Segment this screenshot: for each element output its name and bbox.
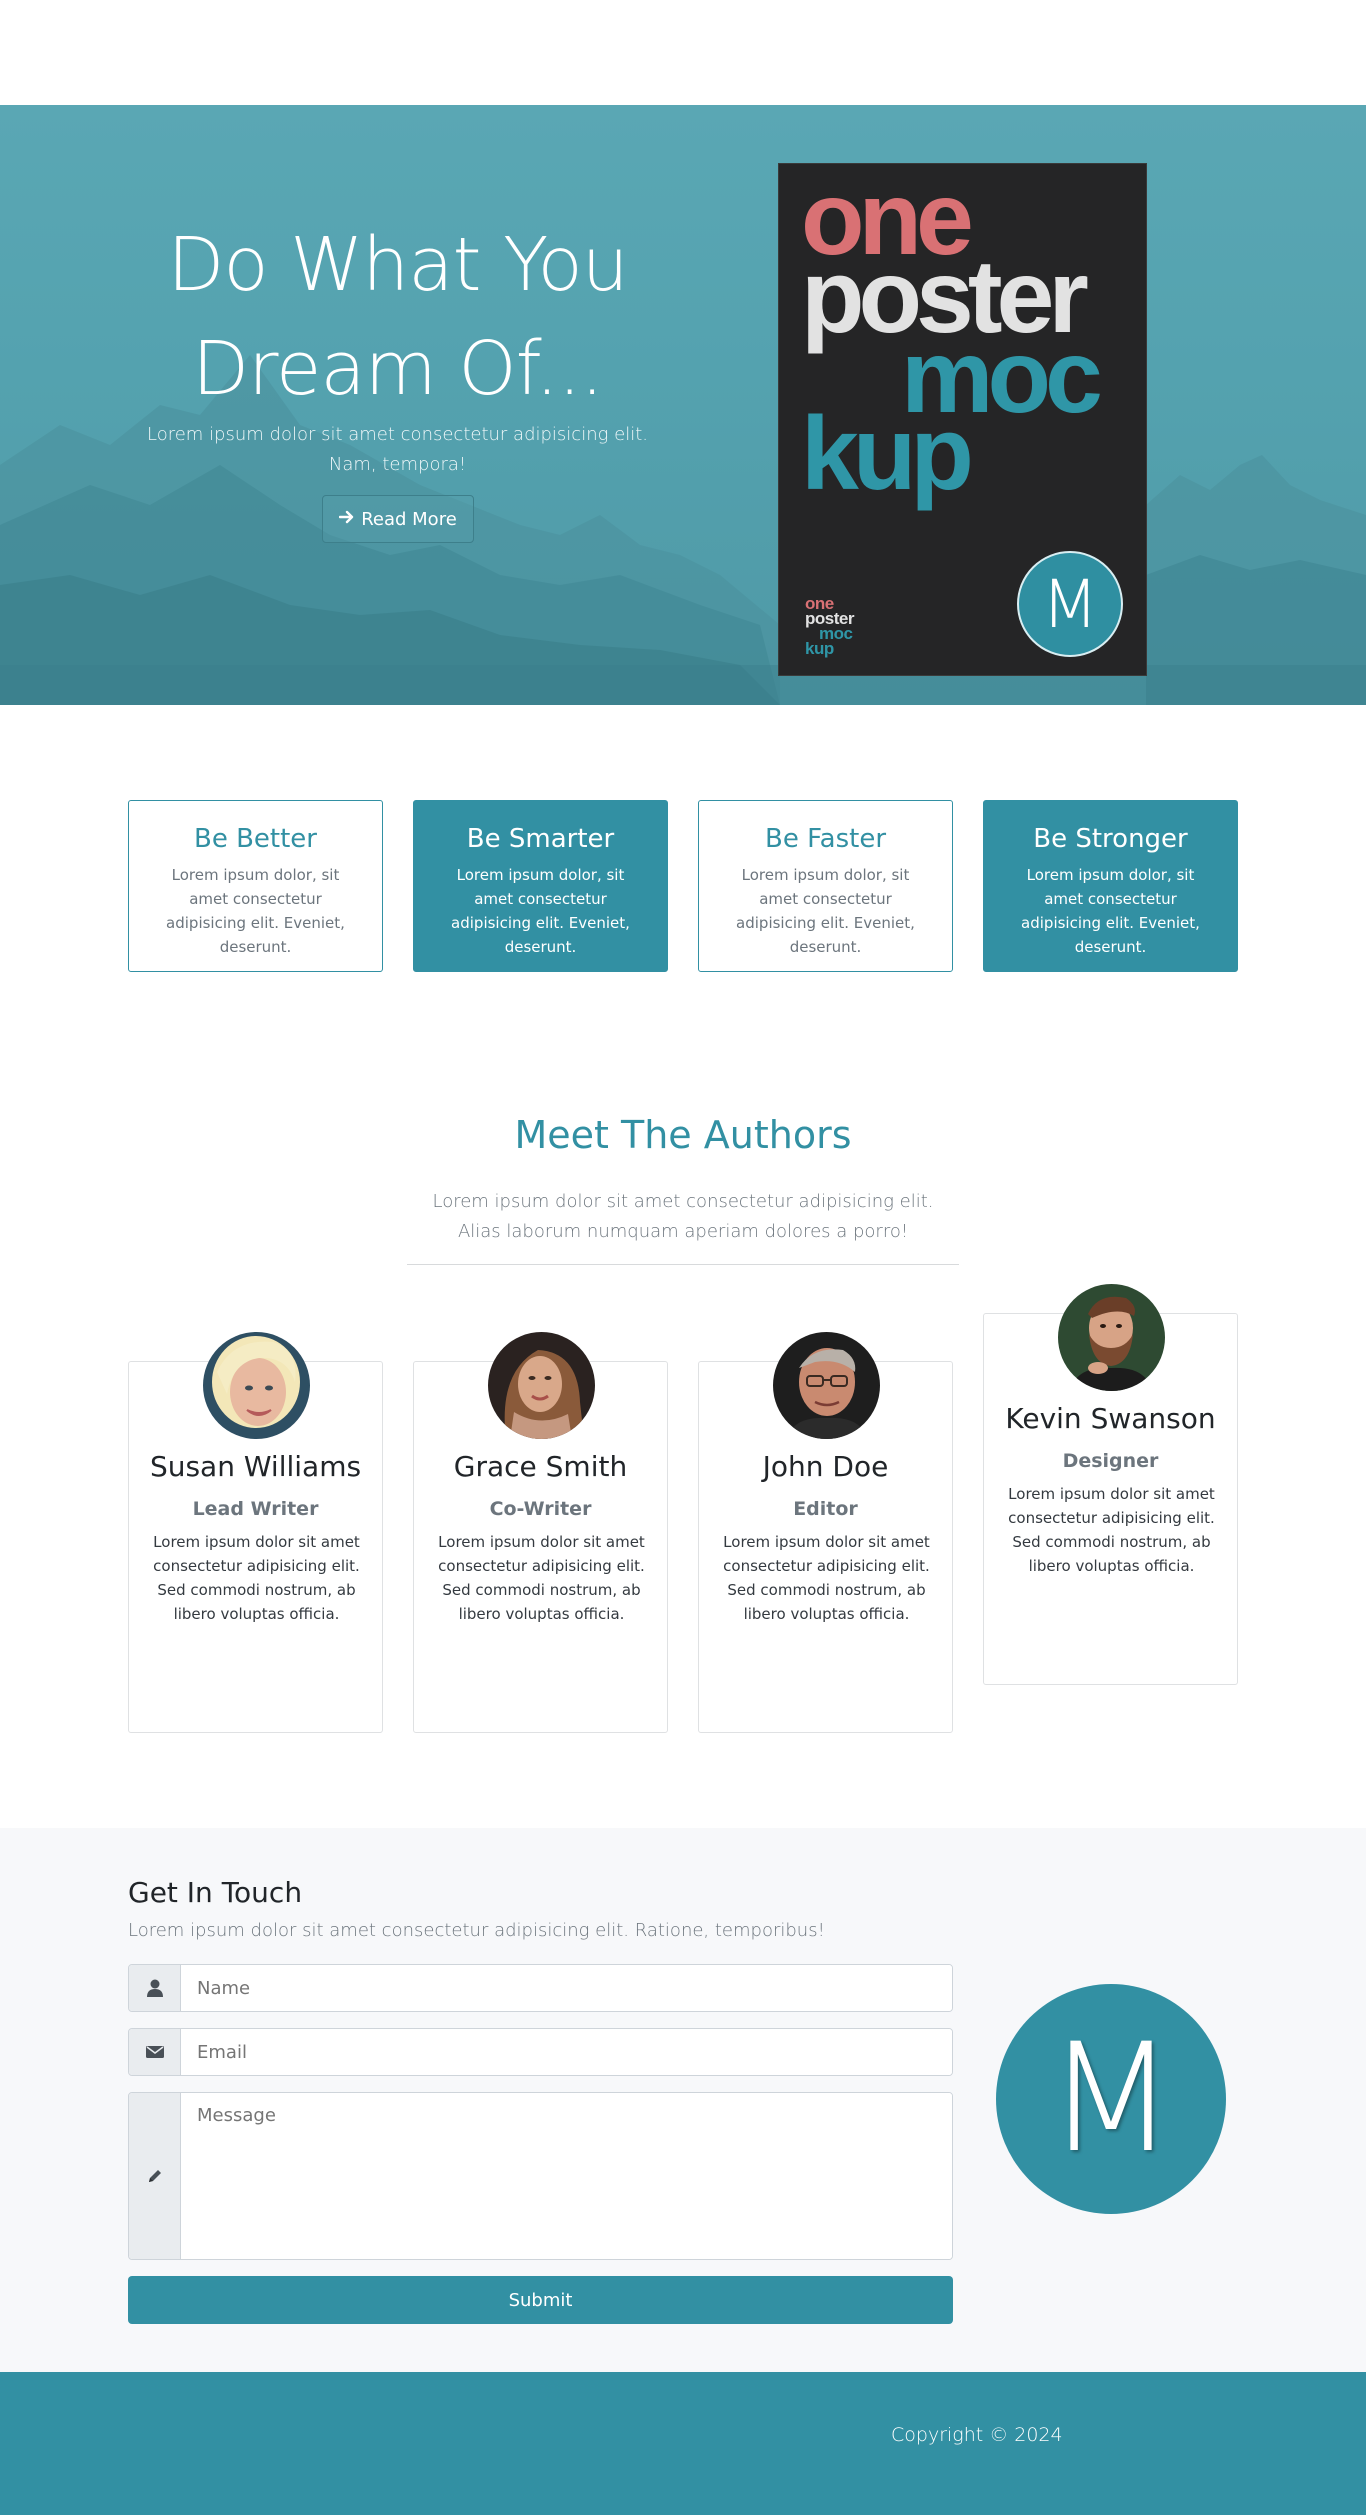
authors-section-subtitle: Lorem ipsum dolor sit amet consectetur a…: [432, 1191, 934, 1242]
author-bio: Lorem ipsum dolor sit amet consectetur a…: [153, 1533, 360, 1623]
contact-lead: Lorem ipsum dolor sit amet consectetur a…: [128, 1920, 825, 1941]
feature-title: Be Stronger: [1033, 824, 1188, 854]
divider: [407, 1264, 959, 1265]
envelope-icon: [129, 2029, 181, 2075]
m-logo-large: M: [996, 1984, 1226, 2214]
m-logo-badge: M: [1017, 551, 1123, 657]
author-bio: Lorem ipsum dolor sit amet consectetur a…: [723, 1533, 930, 1623]
poster-mini-logo: one poster moc kup: [805, 595, 854, 658]
top-navbar: [0, 0, 1366, 105]
email-input[interactable]: [181, 2029, 952, 2075]
author-role: Editor: [793, 1498, 858, 1520]
feature-card-faster: Be Faster Lorem ipsum dolor, sit amet co…: [698, 800, 953, 972]
author-bio: Lorem ipsum dolor sit amet consectetur a…: [438, 1533, 645, 1623]
feature-card-better: Be Better Lorem ipsum dolor, sit amet co…: [128, 800, 383, 972]
hero-subtitle: Lorem ipsum dolor sit amet consectetur a…: [146, 424, 648, 475]
author-role: Designer: [1062, 1450, 1159, 1472]
avatar: [203, 1332, 310, 1439]
author-card: Grace Smith Co-Writer Lorem ipsum dolor …: [413, 1332, 668, 1733]
name-input[interactable]: [181, 1965, 952, 2011]
feature-text: Lorem ipsum dolor, sit amet consectetur …: [451, 866, 630, 956]
read-more-button[interactable]: Read More: [322, 495, 474, 543]
avatar: [773, 1332, 880, 1439]
author-name: John Doe: [762, 1450, 889, 1483]
feature-card-smarter: Be Smarter Lorem ipsum dolor, sit amet c…: [413, 800, 668, 972]
feature-text: Lorem ipsum dolor, sit amet consectetur …: [1021, 866, 1200, 956]
message-textarea[interactable]: [181, 2093, 952, 2259]
message-input-group: [128, 2092, 953, 2260]
feature-title: Be Smarter: [466, 824, 615, 854]
author-card: John Doe Editor Lorem ipsum dolor sit am…: [698, 1332, 953, 1733]
feature-card-stronger: Be Stronger Lorem ipsum dolor, sit amet …: [983, 800, 1238, 972]
poster-mockup-image: one poster moc kup one poster moc kup M: [779, 164, 1146, 675]
read-more-label: Read More: [361, 508, 457, 530]
contact-section: Get In Touch Lorem ipsum dolor sit amet …: [0, 1828, 1366, 2372]
author-name: Kevin Swanson: [1005, 1402, 1216, 1435]
contact-title: Get In Touch: [128, 1876, 303, 1909]
copyright-text: Copyright © 2024: [891, 2424, 1063, 2446]
feature-title: Be Better: [193, 824, 317, 854]
author-card: Susan Williams Lead Writer Lorem ipsum d…: [128, 1332, 383, 1733]
avatar: [1058, 1284, 1165, 1391]
arrow-right-icon: [339, 509, 355, 530]
poster-word: kup: [801, 396, 974, 512]
author-name: Susan Williams: [149, 1450, 362, 1483]
avatar: [488, 1332, 595, 1439]
author-name: Grace Smith: [453, 1450, 628, 1483]
author-role: Co-Writer: [489, 1498, 592, 1520]
feature-text: Lorem ipsum dolor, sit amet consectetur …: [166, 866, 345, 956]
hero-title: Do What You Dream Of...: [167, 222, 628, 412]
feature-text: Lorem ipsum dolor, sit amet consectetur …: [736, 866, 915, 956]
poster-mini-word: kup: [805, 639, 834, 658]
email-input-group: [128, 2028, 953, 2076]
name-input-group: [128, 1964, 953, 2012]
submit-button[interactable]: Submit: [128, 2276, 953, 2324]
feature-title: Be Faster: [764, 824, 887, 854]
footer: Copyright © 2024: [0, 2372, 1366, 2515]
pencil-icon: [129, 2093, 181, 2259]
user-icon: [129, 1965, 181, 2011]
hero-section: Do What You Dream Of... Lorem ipsum dolo…: [0, 105, 1366, 705]
author-bio: Lorem ipsum dolor sit amet consectetur a…: [1008, 1485, 1215, 1575]
authors-section-title: Meet The Authors: [514, 1113, 852, 1157]
author-card: Kevin Swanson Designer Lorem ipsum dolor…: [983, 1284, 1238, 1685]
author-role: Lead Writer: [192, 1498, 319, 1520]
